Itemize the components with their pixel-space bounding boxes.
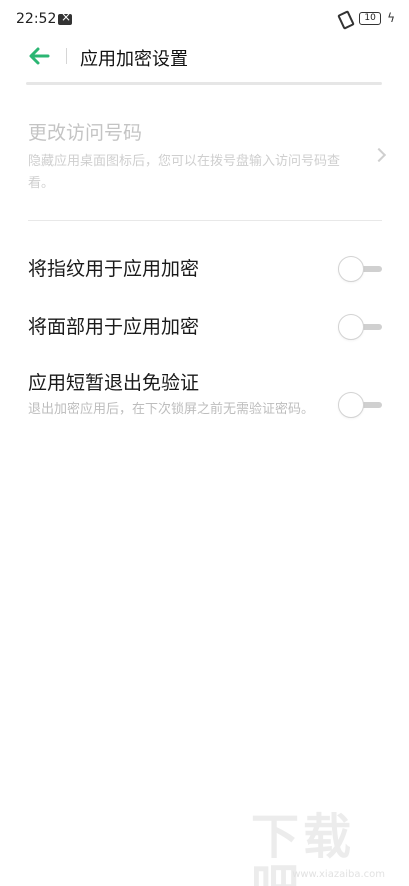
short-exit-description: 退出加密应用后，在下次锁屏之前无需验证密码。 (28, 402, 315, 417)
face-toggle[interactable] (338, 314, 382, 340)
toggle-knob (338, 314, 364, 340)
change-access-code-label: 更改访问号码 (28, 122, 143, 144)
scroll-indicator (26, 82, 382, 85)
app-bar: 应用加密设置 (0, 38, 409, 78)
header-divider (66, 48, 67, 64)
toggle-knob (338, 392, 364, 418)
charging-icon: ϟ (387, 11, 395, 25)
short-exit-label: 应用短暂退出免验证 (28, 372, 200, 394)
fingerprint-setting-row: 将指纹用于应用加密 (28, 254, 382, 282)
toggle-knob (338, 256, 364, 282)
chevron-right-icon (371, 147, 387, 163)
short-exit-toggle[interactable] (338, 392, 382, 418)
section-divider (28, 220, 382, 221)
status-bar: 22:52 10 ϟ (0, 0, 409, 38)
watermark-url: www.xiazaiba.com (292, 869, 385, 880)
back-button[interactable] (26, 44, 54, 68)
watermark-logo: 下载吧 (251, 809, 356, 886)
vibrate-icon (337, 11, 353, 25)
change-access-code-description: 隐藏应用桌面图标后，您可以在拨号盘输入访问号码查看。 (28, 154, 341, 191)
face-label: 将面部用于应用加密 (28, 316, 200, 338)
battery-icon: 10 (359, 11, 382, 25)
fingerprint-toggle[interactable] (338, 256, 382, 282)
status-icons: 10 ϟ (337, 11, 395, 25)
back-arrow-icon (29, 47, 50, 65)
status-time: 22:52 (16, 11, 57, 27)
fingerprint-label: 将指纹用于应用加密 (28, 258, 200, 280)
short-exit-setting-row: 应用短暂退出免验证 退出加密应用后，在下次锁屏之前无需验证密码。 (28, 368, 382, 421)
face-setting-row: 将面部用于应用加密 (28, 312, 382, 340)
change-access-code-item[interactable]: 更改访问号码 隐藏应用桌面图标后，您可以在拨号盘输入访问号码查看。 (28, 118, 387, 195)
notification-icon (58, 10, 72, 25)
page-title: 应用加密设置 (80, 49, 188, 70)
